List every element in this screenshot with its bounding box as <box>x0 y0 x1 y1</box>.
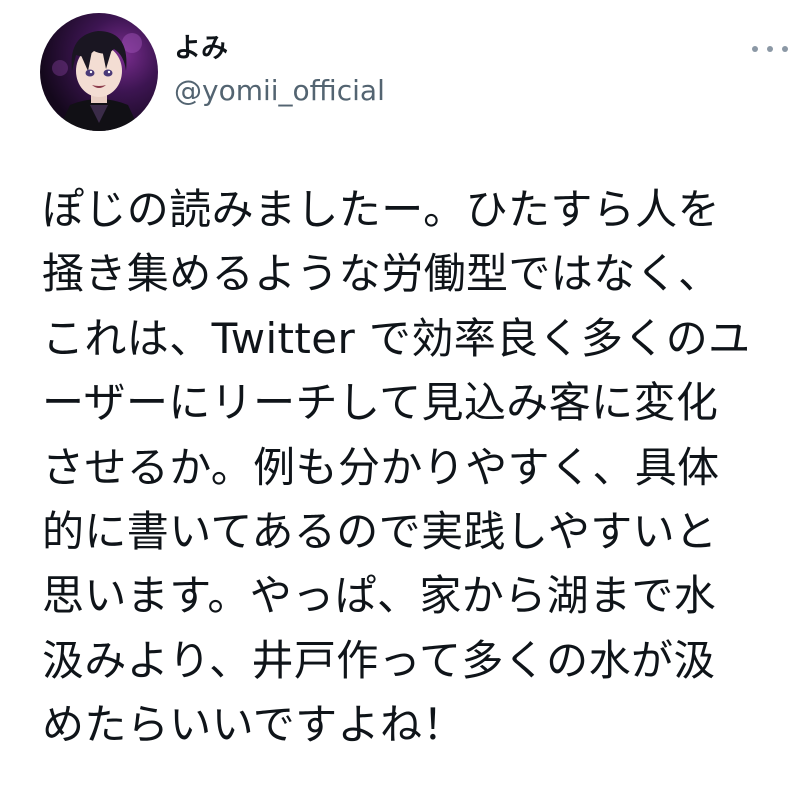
tweet-text-line: 的に書いてあるので実践しやすいと <box>42 506 718 556</box>
tweet-text-line: 掻き集めるような労働型ではなく、 <box>42 249 721 299</box>
avatar[interactable] <box>40 13 158 131</box>
tweet-text-line: めたらいいですよね！ <box>42 700 465 750</box>
tweet-text-line: 思います。やっぱ、家から湖まで水 <box>42 571 717 621</box>
display-name[interactable]: よみ <box>174 34 228 64</box>
more-dot <box>752 46 758 52</box>
tweet-text: ぽじの読みましたー。ひたすら人を 掻き集めるような労働型ではなく、 これは、Tw… <box>42 178 802 758</box>
tweet-text-line: これは、Twitter で効率良く多くのユ <box>42 313 751 363</box>
tweet-text-line: 汲みより、井戸作って多くの水が汲 <box>42 635 716 685</box>
tweet-text-line: ーザーにリーチして見込み客に変化 <box>42 378 719 428</box>
tweet-text-line: ぽじの読みましたー。ひたすら人を <box>42 185 720 234</box>
profile-avatar-illustration <box>40 13 158 131</box>
tweet-card: よみ @yomii_official ぽじの読みましたー。ひたすら人を 掻き集め… <box>0 0 810 808</box>
more-dot <box>782 46 788 52</box>
user-handle[interactable]: @yomii_official <box>174 74 385 108</box>
tweet-text-line: させるか。例も分かりやすく、具体 <box>42 442 720 492</box>
more-dots-icon[interactable] <box>752 38 788 60</box>
more-dot <box>767 46 773 52</box>
